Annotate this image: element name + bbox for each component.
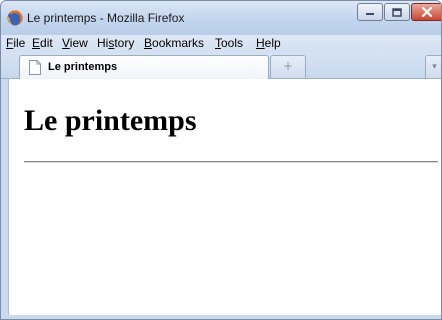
tab-le-printemps[interactable]: Le printemps	[19, 55, 269, 79]
minimize-icon	[366, 13, 374, 15]
page-content[interactable]: Le printemps	[8, 79, 441, 315]
window-title: Le printemps - Mozilla Firefox	[27, 11, 185, 25]
menu-view[interactable]: View	[62, 36, 88, 50]
menu-history[interactable]: History	[97, 36, 134, 50]
page-heading: Le printemps	[24, 104, 197, 137]
minimize-button[interactable]	[357, 3, 383, 21]
window-bottom-border	[1, 315, 441, 319]
new-tab-button[interactable]: +	[270, 55, 306, 78]
plus-icon: +	[282, 59, 294, 73]
close-button[interactable]	[411, 3, 441, 21]
title-bar[interactable]: Le printemps - Mozilla Firefox	[1, 1, 441, 35]
browser-window: Le printemps - Mozilla Firefox File Edit…	[0, 0, 442, 320]
menu-bookmarks[interactable]: Bookmarks	[144, 36, 204, 50]
menu-tools[interactable]: Tools	[215, 36, 243, 50]
horizontal-rule	[24, 161, 438, 163]
menu-help[interactable]: Help	[256, 36, 281, 50]
tab-label: Le printemps	[48, 61, 118, 73]
close-icon	[421, 7, 433, 17]
caption-buttons	[356, 3, 441, 23]
maximize-icon	[392, 7, 402, 17]
page-icon	[29, 60, 41, 75]
chevron-down-icon: ▾	[432, 62, 437, 72]
maximize-button[interactable]	[384, 3, 410, 21]
menu-edit[interactable]: Edit	[32, 36, 53, 50]
tab-bar: Le printemps + ▾	[1, 53, 441, 79]
list-all-tabs-button[interactable]: ▾	[425, 55, 441, 78]
firefox-icon	[7, 10, 23, 26]
menu-file[interactable]: File	[6, 36, 25, 50]
menu-bar: File Edit View History Bookmarks Tools H…	[1, 35, 441, 53]
